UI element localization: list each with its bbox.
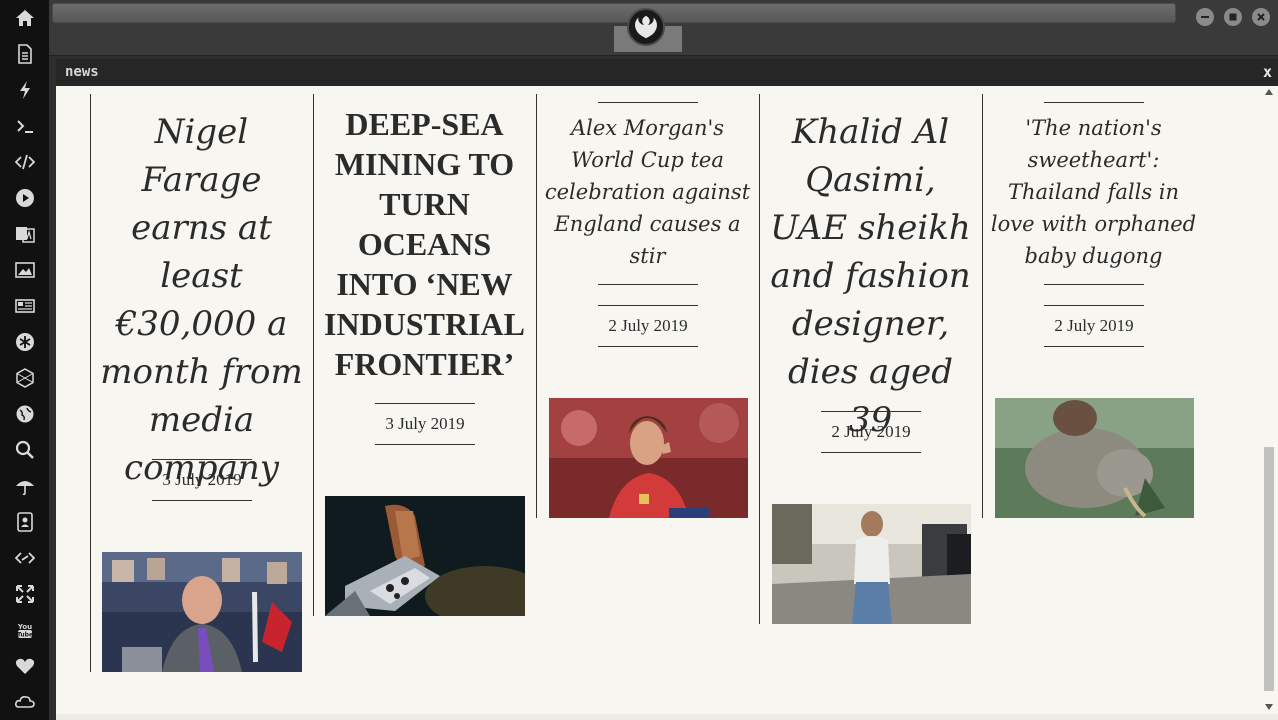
home-icon[interactable] — [12, 5, 38, 31]
divider — [1044, 102, 1144, 103]
article-date: 2 July 2019 — [598, 305, 698, 347]
scroll-thumb[interactable] — [1264, 447, 1274, 691]
svg-text:You: You — [17, 623, 32, 631]
link-code-icon[interactable] — [12, 545, 38, 571]
svg-text:Tube: Tube — [17, 632, 33, 639]
minimize-icon[interactable] — [1196, 8, 1214, 26]
news-titlebar: news x — [56, 59, 1278, 86]
article-image[interactable] — [995, 398, 1194, 518]
article-date: 2 July 2019 — [821, 411, 921, 453]
search-icon[interactable] — [12, 437, 38, 463]
article-headline[interactable]: Nigel Farage earns at least €30,000 a mo… — [96, 108, 307, 492]
expand-icon[interactable] — [12, 581, 38, 607]
image-icon[interactable] — [12, 257, 38, 283]
heart-icon[interactable] — [12, 653, 38, 679]
column-divider — [313, 94, 314, 616]
article-image[interactable] — [772, 504, 971, 624]
contact-card-icon[interactable] — [12, 509, 38, 535]
address-bar[interactable] — [52, 3, 1176, 23]
cube-icon[interactable] — [12, 365, 38, 391]
code-icon[interactable] — [12, 149, 38, 175]
window-close-button[interactable]: x — [1263, 63, 1272, 81]
divider — [598, 102, 698, 103]
terminal-icon[interactable] — [12, 113, 38, 139]
divider — [1044, 284, 1144, 285]
window-bottom-edge — [56, 714, 1278, 720]
rebel-alliance-logo-icon[interactable] — [627, 8, 665, 46]
cloud-icon[interactable] — [12, 689, 38, 715]
umbrella-icon[interactable] — [12, 473, 38, 499]
play-icon[interactable] — [12, 185, 38, 211]
divider — [598, 284, 698, 285]
article-headline[interactable]: Khalid Al Qasimi, UAE sheikh and fashion… — [765, 108, 976, 444]
article-headline[interactable]: Alex Morgan's World Cup tea celebration … — [542, 112, 753, 272]
bolt-icon[interactable] — [12, 77, 38, 103]
scroll-down-icon[interactable] — [1265, 704, 1273, 710]
article-headline[interactable]: DEEP-SEA MINING TO TURN OCEANS INTO ‘NEW… — [319, 104, 530, 384]
youtube-icon[interactable]: You Tube — [12, 617, 38, 643]
article-image[interactable] — [549, 398, 748, 518]
translate-icon[interactable] — [12, 221, 38, 247]
scroll-up-icon[interactable] — [1265, 89, 1273, 95]
vertical-scrollbar[interactable] — [1262, 87, 1276, 714]
column-divider — [759, 94, 760, 624]
asterisk-icon[interactable] — [12, 329, 38, 355]
column-divider — [982, 94, 983, 518]
maximize-icon[interactable] — [1224, 8, 1242, 26]
column-divider — [90, 94, 91, 672]
article-date: 2 July 2019 — [1044, 305, 1144, 347]
globe-icon[interactable] — [12, 401, 38, 427]
close-icon[interactable] — [1252, 8, 1270, 26]
top-bar — [49, 0, 1278, 56]
app-dock: You Tube — [0, 0, 49, 720]
article-image[interactable] — [325, 496, 525, 616]
article-date: 3 July 2019 — [152, 459, 252, 501]
article-headline[interactable]: 'The nation's sweetheart': Thailand fall… — [988, 112, 1199, 272]
window-title: news — [65, 64, 99, 80]
column-divider — [536, 94, 537, 518]
newspaper-icon[interactable] — [12, 293, 38, 319]
article-image[interactable] — [102, 552, 302, 672]
document-icon[interactable] — [12, 41, 38, 67]
news-window: news x Nigel Farage earns at least €30,0… — [56, 59, 1278, 720]
article-date: 3 July 2019 — [375, 403, 475, 445]
